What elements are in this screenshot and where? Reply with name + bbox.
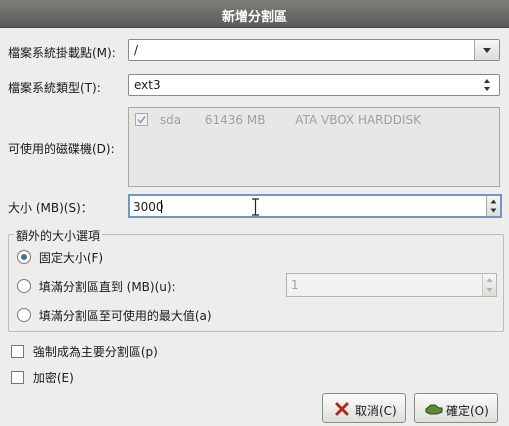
cancel-button-label: 取消(C) bbox=[355, 404, 397, 418]
encrypt-checkbox[interactable] bbox=[11, 371, 24, 384]
encrypt-option[interactable]: 加密(E) bbox=[11, 369, 74, 386]
ok-button[interactable]: 確定(O) bbox=[414, 393, 498, 423]
fill-max-option[interactable]: 填滿分割區至可使用的最大值(a) bbox=[17, 307, 212, 324]
size-options-legend: 額外的大小選項 bbox=[14, 227, 103, 244]
fs-type-dropdown-button[interactable] bbox=[475, 75, 499, 95]
ok-button-label: 確定(O) bbox=[446, 404, 489, 418]
fill-upto-radio[interactable] bbox=[17, 279, 31, 293]
size-spin-arrows[interactable] bbox=[486, 196, 500, 216]
cancel-button[interactable]: 取消(C) bbox=[322, 393, 406, 423]
fill-max-radio[interactable] bbox=[17, 308, 31, 322]
drive-checkbox[interactable] bbox=[135, 113, 148, 126]
mount-point-combo[interactable]: / bbox=[128, 39, 500, 61]
fs-type-label: 檔案系統類型(T): bbox=[8, 81, 101, 95]
mount-point-label: 檔案系統掛載點(M): bbox=[8, 46, 116, 60]
text-cursor bbox=[161, 200, 162, 213]
spin-arrows-icon bbox=[490, 199, 497, 213]
encrypt-label: 加密(E) bbox=[32, 371, 74, 385]
force-primary-label: 強制成為主要分割區(p) bbox=[32, 345, 158, 359]
fill-upto-spinbutton[interactable]: 1 bbox=[286, 273, 497, 297]
fill-upto-spin-arrows[interactable] bbox=[482, 274, 496, 296]
drive-size: 61436 MB bbox=[204, 113, 266, 127]
updown-arrows-icon bbox=[484, 79, 490, 91]
size-spinbutton[interactable]: 3000 bbox=[128, 194, 502, 218]
fill-max-label: 填滿分割區至可使用的最大值(a) bbox=[38, 309, 212, 323]
window-titlebar: 新增分割區 bbox=[0, 0, 509, 28]
mount-point-value: / bbox=[134, 43, 139, 57]
fs-type-value: ext3 bbox=[134, 78, 161, 92]
fs-type-select[interactable]: ext3 bbox=[128, 74, 500, 96]
check-icon bbox=[137, 116, 146, 124]
fixed-size-radio[interactable] bbox=[17, 250, 31, 264]
ok-hand-icon bbox=[425, 404, 443, 415]
ibeam-cursor-icon bbox=[252, 198, 259, 216]
force-primary-option[interactable]: 強制成為主要分割區(p) bbox=[11, 343, 158, 360]
fill-upto-label: 填滿分割區直到 (MB)(u): bbox=[38, 280, 176, 294]
drives-list: sda 61436 MB ATA VBOX HARDDISK bbox=[128, 107, 500, 187]
size-value: 3000 bbox=[133, 200, 164, 214]
size-label: 大小 (MB)(S)： bbox=[8, 201, 93, 215]
fill-upto-value: 1 bbox=[291, 278, 299, 292]
drive-row[interactable]: sda 61436 MB ATA VBOX HARDDISK bbox=[135, 113, 421, 127]
fixed-size-label: 固定大小(F) bbox=[38, 251, 104, 265]
drive-name: sda bbox=[159, 113, 182, 127]
cancel-x-icon bbox=[335, 402, 349, 416]
fixed-size-option[interactable]: 固定大小(F) bbox=[17, 249, 103, 266]
mount-point-dropdown-button[interactable] bbox=[474, 40, 499, 60]
force-primary-checkbox[interactable] bbox=[11, 345, 24, 358]
drives-label: 可使用的磁碟機(D): bbox=[8, 142, 115, 156]
drive-model: ATA VBOX HARDDISK bbox=[295, 113, 422, 127]
spin-arrows-icon bbox=[486, 278, 493, 292]
fill-upto-option[interactable]: 填滿分割區直到 (MB)(u): bbox=[17, 278, 176, 295]
window-title: 新增分割區 bbox=[221, 10, 287, 25]
chevron-down-icon bbox=[483, 48, 491, 53]
